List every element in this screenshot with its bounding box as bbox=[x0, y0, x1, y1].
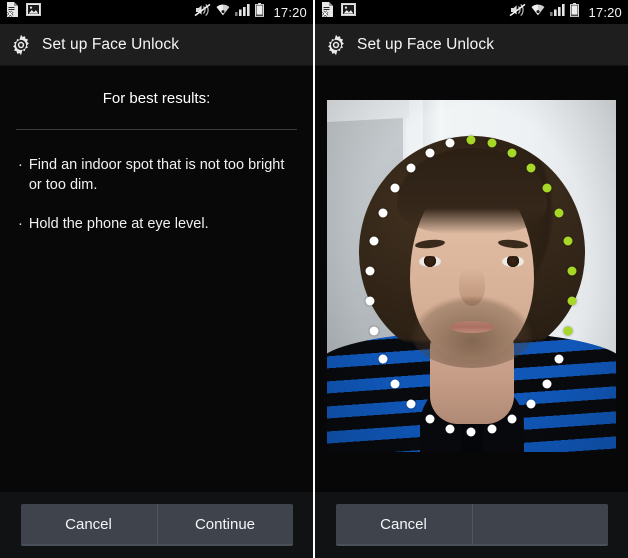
gear-icon bbox=[325, 34, 347, 56]
subject-mouth bbox=[449, 321, 494, 333]
instructions-list: · Find an indoor spot that is not too br… bbox=[18, 156, 295, 235]
cancel-button[interactable]: Cancel bbox=[21, 504, 157, 544]
wifi-icon bbox=[531, 3, 545, 21]
wifi-icon bbox=[216, 3, 230, 21]
document-error-icon bbox=[6, 2, 19, 22]
document-error-icon bbox=[321, 2, 334, 22]
subject-eye-left bbox=[419, 256, 441, 267]
bullet-marker: · bbox=[18, 157, 23, 173]
status-bar-clock: 17:20 bbox=[588, 4, 622, 20]
vibrate-mute-icon bbox=[509, 3, 526, 22]
status-bar: 17:20 bbox=[315, 0, 628, 24]
gear-icon bbox=[10, 34, 32, 56]
button-group: Cancel Continue bbox=[20, 504, 293, 546]
status-bar-left-icons bbox=[321, 2, 356, 22]
cellular-signal-icon bbox=[235, 3, 251, 21]
status-bar-left-icons bbox=[6, 2, 41, 22]
app-title-bar: Set up Face Unlock bbox=[0, 24, 313, 66]
camera-preview bbox=[327, 100, 616, 452]
status-bar: 17:20 bbox=[0, 0, 313, 24]
continue-button[interactable]: Continue bbox=[156, 504, 293, 544]
bullet-marker: · bbox=[18, 216, 23, 233]
bottom-button-bar: Cancel bbox=[315, 492, 628, 558]
image-icon bbox=[341, 3, 356, 21]
bottom-button-bar: Cancel Continue bbox=[0, 492, 313, 558]
secondary-button-placeholder bbox=[471, 504, 608, 544]
phone-screen-instructions: 17:20 Set up Face Unlock For best result… bbox=[0, 0, 313, 558]
image-icon bbox=[26, 3, 41, 21]
status-bar-right-icons: 17:20 bbox=[194, 2, 307, 22]
list-item: · Hold the phone at eye level. bbox=[18, 215, 295, 235]
status-bar-right-icons: 17:20 bbox=[509, 2, 622, 22]
dual-screenshot-comparison: 17:20 Set up Face Unlock For best result… bbox=[0, 0, 628, 558]
subject-eye-right bbox=[502, 256, 524, 267]
cancel-button[interactable]: Cancel bbox=[336, 504, 472, 544]
button-group: Cancel bbox=[335, 504, 608, 546]
page-title: Set up Face Unlock bbox=[357, 35, 495, 53]
list-item-text: Find an indoor spot that is not too brig… bbox=[28, 157, 285, 193]
cellular-signal-icon bbox=[550, 3, 566, 21]
screenshot-separator bbox=[313, 0, 315, 558]
phone-screen-capture: 17:20 Set up Face Unlock Cancel bbox=[315, 0, 628, 558]
camera-preview-area bbox=[315, 66, 628, 492]
divider bbox=[16, 129, 297, 130]
status-bar-clock: 17:20 bbox=[273, 4, 307, 20]
app-title-bar: Set up Face Unlock bbox=[315, 24, 628, 66]
battery-icon bbox=[255, 2, 265, 22]
vibrate-mute-icon bbox=[194, 3, 211, 22]
instructions-heading: For best results: bbox=[102, 90, 211, 107]
list-item: · Find an indoor spot that is not too br… bbox=[18, 156, 295, 195]
page-title: Set up Face Unlock bbox=[42, 35, 180, 53]
battery-icon bbox=[570, 2, 580, 22]
preview-photo bbox=[327, 100, 616, 452]
instructions-content: For best results: · Find an indoor spot … bbox=[0, 66, 313, 492]
list-item-text: Hold the phone at eye level. bbox=[28, 216, 209, 233]
